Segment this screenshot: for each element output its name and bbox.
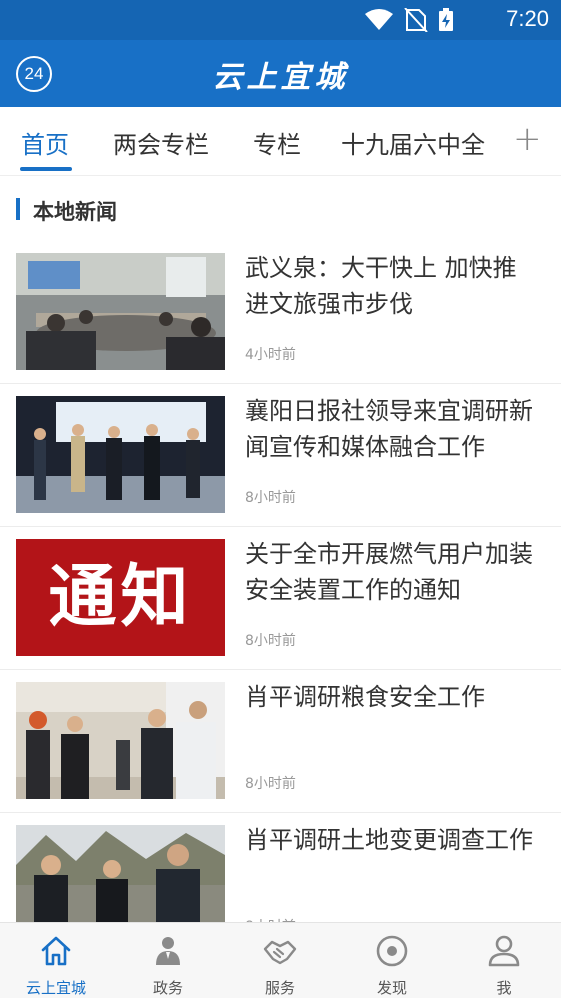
battery-charging-icon <box>439 8 453 31</box>
news-title[interactable]: 肖平调研土地变更调查工作 <box>245 822 535 858</box>
news-time: 4小时前 <box>245 347 296 363</box>
tab-column[interactable]: 专栏 <box>253 125 301 160</box>
news-title[interactable]: 武义泉：大干快上 加快推进文旅强市步伐 <box>245 250 535 322</box>
news-item[interactable]: 肖平调研粮食安全工作 8小时前 <box>0 669 561 813</box>
more-channels-button[interactable]: + <box>499 107 561 175</box>
nav-label: 服务 <box>264 979 295 997</box>
news-title[interactable]: 肖平调研粮食安全工作 <box>245 679 535 715</box>
tab-home[interactable]: 首页 <box>21 125 69 160</box>
news-time: 8小时前 <box>245 490 296 506</box>
news-time: 8小时前 <box>245 776 296 792</box>
news-item[interactable]: 通知 关于全市开展燃气用户加装安全装置工作的通知 8小时前 <box>0 526 561 670</box>
nav-label: 我 <box>496 979 512 997</box>
discover-icon <box>376 935 408 967</box>
plus-icon: + <box>513 119 542 159</box>
app-title-logo: 云上宜城 <box>212 60 349 95</box>
nav-label: 发现 <box>376 979 407 997</box>
channel-tabs: 首页 两会专栏 专栏 十九届六中全 文旅 + <box>0 107 561 176</box>
app-bar: 24 云上宜城 <box>0 40 561 107</box>
person-icon <box>156 937 180 965</box>
nav-label: 云上宜城 <box>25 979 86 997</box>
handshake-icon <box>263 940 297 965</box>
status-time: 7:20 <box>506 6 549 31</box>
news-title[interactable]: 关于全市开展燃气用户加装安全装置工作的通知 <box>245 536 535 608</box>
active-tab-indicator <box>20 167 72 171</box>
nav-discover[interactable]: 发现 <box>336 923 448 998</box>
bottom-navigation: 云上宜城 政务 服务 发现 我 <box>0 922 561 998</box>
news-thumbnail-studio <box>16 396 225 513</box>
status-icons <box>365 8 453 32</box>
news-time: 8小时前 <box>245 633 296 649</box>
home-icon <box>41 936 71 966</box>
nav-home[interactable]: 云上宜城 <box>0 923 112 998</box>
wifi-icon <box>365 9 393 30</box>
section-accent-bar <box>16 198 20 220</box>
nav-services[interactable]: 服务 <box>224 923 336 998</box>
nav-government[interactable]: 政务 <box>112 923 224 998</box>
news-thumbnail-notice: 通知 <box>16 539 225 656</box>
news-thumbnail-meeting <box>16 253 225 370</box>
no-sim-icon <box>404 8 428 32</box>
user-icon <box>488 935 520 967</box>
news-item[interactable]: 襄阳日报社领导来宜调研新闻宣传和媒体融合工作 8小时前 <box>0 383 561 527</box>
notice-banner-text: 通知 <box>48 557 193 637</box>
tab-sixth-plenum[interactable]: 十九届六中全 <box>341 125 485 160</box>
news-title[interactable]: 襄阳日报社领导来宜调研新闻宣传和媒体融合工作 <box>245 393 535 465</box>
section-title: 本地新闻 <box>33 200 117 224</box>
nav-label: 政务 <box>152 979 183 997</box>
status-bar: 7:20 <box>0 0 561 40</box>
nav-me[interactable]: 我 <box>448 923 560 998</box>
news-item[interactable]: 武义泉：大干快上 加快推进文旅强市步伐 4小时前 <box>0 240 561 384</box>
news-thumbnail-inspection <box>16 682 225 799</box>
tab-two-sessions[interactable]: 两会专栏 <box>113 125 209 160</box>
